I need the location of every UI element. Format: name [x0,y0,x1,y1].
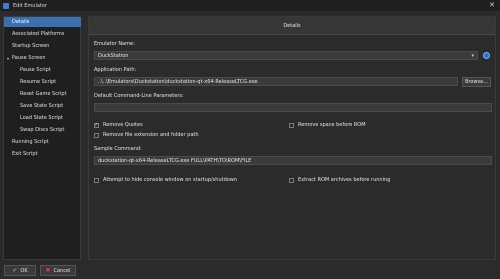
sidebar-item-label: Pause Script [20,67,51,73]
checkbox-box[interactable] [289,122,294,128]
browse-button[interactable]: Browse... [462,77,491,87]
remove-extension-checkbox[interactable]: Remove file extension and folder path [94,132,199,138]
sidebar-item-label: Save State Script [20,103,64,109]
emulator-name-label: Emulator Name: [94,41,135,47]
chevron-down-icon[interactable]: ▾ [7,56,9,61]
cmdline-input[interactable] [94,103,492,112]
tab-strip: Details [89,17,495,35]
ok-label: OK [20,267,28,274]
remove-space-checkbox[interactable]: Remove space before ROM [289,122,366,128]
emulator-name-select[interactable]: DuckStation ▾ [94,51,478,60]
hide-console-label: Attempt to hide console window on startu… [103,177,238,183]
details-panel: Details Emulator Name: DuckStation ▾ App… [88,16,496,260]
close-icon[interactable]: ✕ [489,1,495,9]
sidebar-item-running-script[interactable]: Running Script [4,137,81,147]
sidebar-item-save-state-script[interactable]: Save State Script [4,101,81,111]
extract-rom-label: Extract ROM archives before running [298,177,391,183]
sidebar-item-startup-screen[interactable]: Startup Screen [4,41,81,51]
dialog-footer: ✔ OK ✖ Cancel [0,262,500,279]
sidebar-item-resume-script[interactable]: Resume Script [4,77,81,87]
cancel-icon: ✖ [45,267,51,274]
window-title: Edit Emulator [13,2,47,9]
sidebar-item-details[interactable]: Details [4,17,81,27]
tab-details[interactable]: Details [89,19,495,33]
application-path-label: Application Path: [94,67,137,73]
sidebar-item-reset-game-script[interactable]: Reset Game Script [4,89,81,99]
checkbox-box[interactable] [94,132,99,138]
cmdline-label: Default Command-Line Parameters: [94,93,184,99]
checkbox-box[interactable]: ✓ [94,122,99,128]
sidebar-item-label: Swap Discs Script [20,127,65,133]
remove-space-label: Remove space before ROM [298,122,366,128]
hide-console-checkbox[interactable]: Attempt to hide console window on startu… [94,177,237,183]
sidebar-item-label: Load State Script [20,115,63,121]
remove-quotes-checkbox[interactable]: ✓ Remove Quotes [94,122,143,128]
application-path-input[interactable]: ..\..\Emulators\Duckstation\duckstation-… [94,77,458,86]
sample-command-label: Sample Command: [94,146,142,152]
sidebar-item-label: Resume Script [20,79,57,85]
sidebar-item-label: Reset Game Script [20,91,67,97]
sidebar-item-associated-platforms[interactable]: Associated Platforms [4,29,81,39]
application-path-value: ..\..\Emulators\Duckstation\duckstation-… [98,78,258,85]
globe-icon[interactable] [483,52,490,59]
sample-command-value: duckstation-qt-x64-ReleaseLTCG.exe FULL\… [98,157,252,164]
extract-rom-checkbox[interactable]: Extract ROM archives before running [289,177,390,183]
ok-button[interactable]: ✔ OK [4,265,36,276]
sidebar-item-label: Startup Screen [12,43,50,49]
remove-quotes-label: Remove Quotes [103,122,143,128]
checkmark-icon: ✔ [12,267,18,274]
sidebar-item-load-state-script[interactable]: Load State Script [4,113,81,123]
emulator-name-value: DuckStation [98,52,129,59]
sample-command-field: duckstation-qt-x64-ReleaseLTCG.exe FULL\… [94,156,492,165]
remove-extension-label: Remove file extension and folder path [103,132,199,138]
chevron-down-icon: ▾ [471,53,474,59]
cancel-label: Cancel [53,267,71,274]
sidebar-item-label: Associated Platforms [12,31,65,37]
sidebar-item-label: Pause Screen [12,55,46,61]
sidebar-item-swap-discs-script[interactable]: Swap Discs Script [4,125,81,135]
sidebar-item-label: Running Script [12,139,49,145]
sidebar-item-label: Exit Script [12,151,38,157]
sidebar-item-exit-script[interactable]: Exit Script [4,149,81,159]
checkbox-box[interactable] [94,177,99,183]
sidebar-item-label: Details [12,19,30,25]
checkbox-box[interactable] [289,177,294,183]
sidebar-item-pause-screen[interactable]: ▾ Pause Screen [4,53,81,63]
window-titlebar: Edit Emulator ✕ [0,0,500,11]
sidebar-item-pause-script[interactable]: Pause Script [4,65,81,75]
app-icon [3,2,9,9]
sidebar: Details Associated Platforms Startup Scr… [3,16,81,260]
cancel-button[interactable]: ✖ Cancel [40,265,76,276]
